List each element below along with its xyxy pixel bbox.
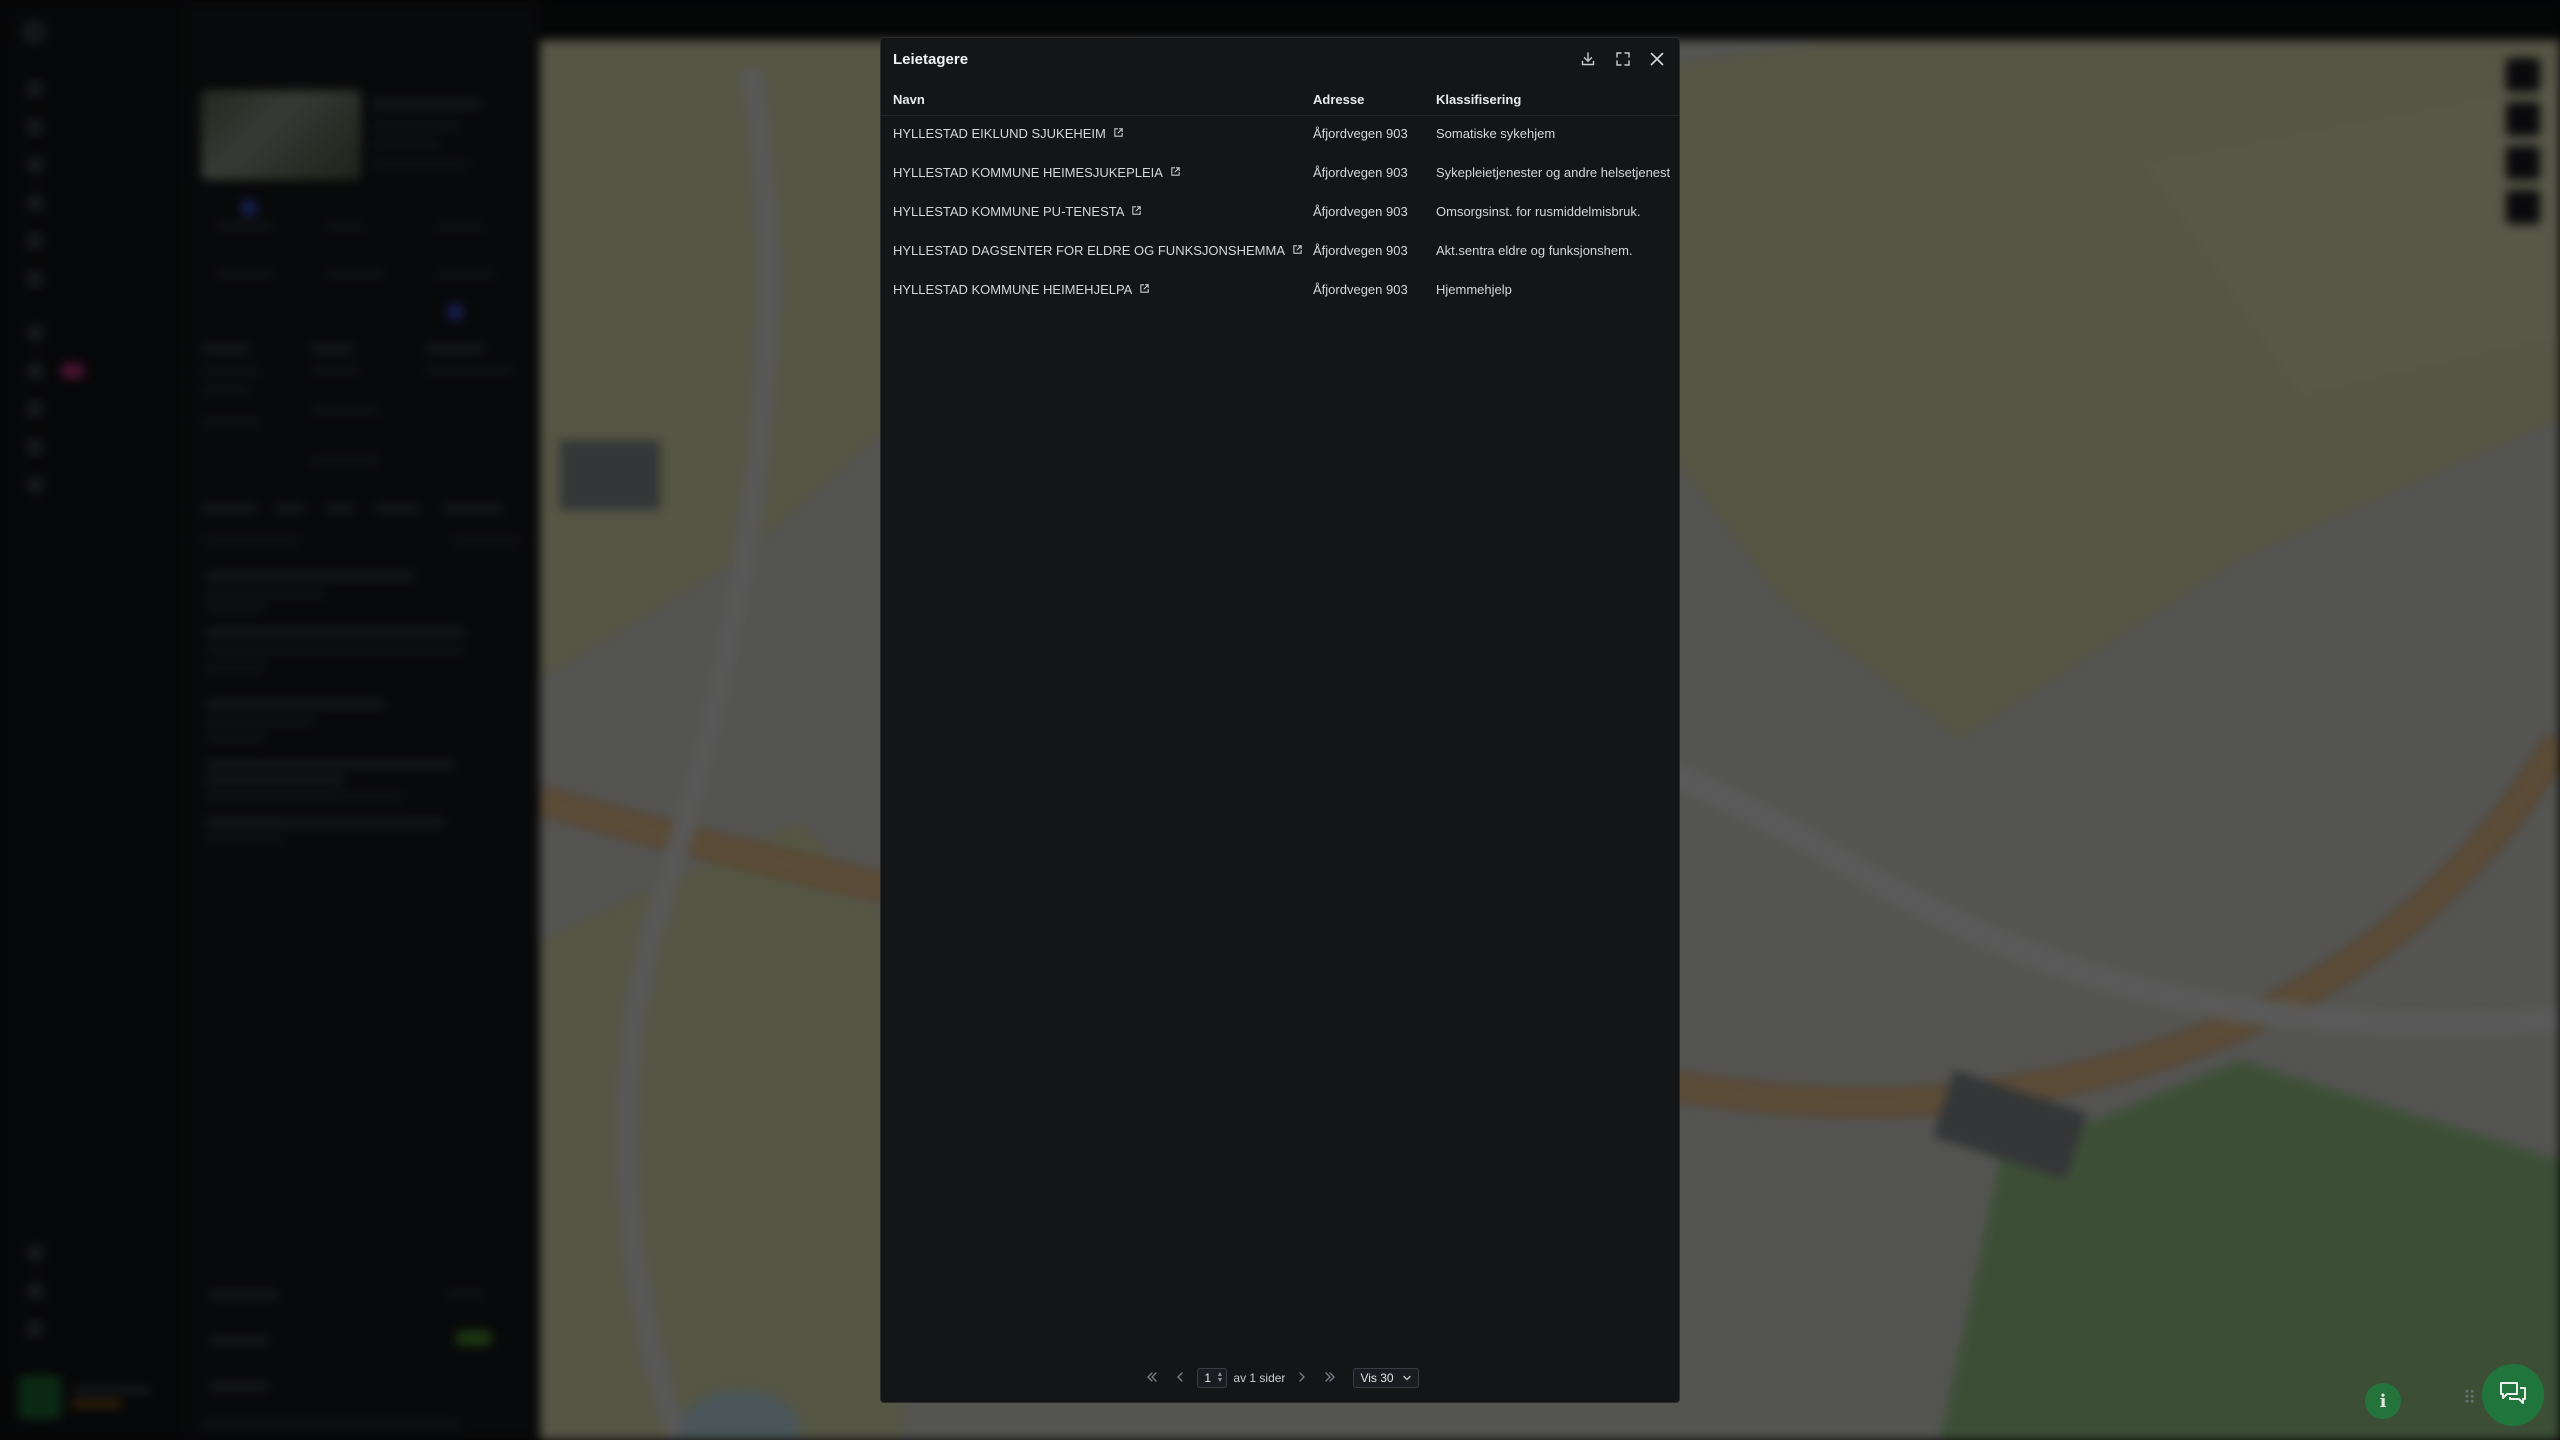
tenant-address: Åfjordvegen 903 bbox=[1313, 243, 1408, 258]
external-link-icon bbox=[1292, 243, 1303, 258]
tenant-name-link[interactable]: HYLLESTAD KOMMUNE PU-TENESTA bbox=[893, 204, 1142, 219]
next-page-button[interactable] bbox=[1291, 1367, 1313, 1389]
info-icon: i bbox=[2379, 1390, 2387, 1412]
tenants-dialog: Leietagere Navn Adresse Klassifisering H… bbox=[880, 37, 1680, 1403]
double-chevron-left-icon bbox=[1145, 1371, 1159, 1386]
page-size-value: Vis 30 bbox=[1360, 1371, 1394, 1385]
close-icon bbox=[1649, 51, 1665, 67]
external-link-icon bbox=[1170, 165, 1181, 180]
chat-button[interactable] bbox=[2482, 1364, 2544, 1426]
chevron-left-icon bbox=[1175, 1371, 1185, 1386]
external-link-icon bbox=[1131, 204, 1142, 219]
tenant-classification: Hjemmehjelp bbox=[1436, 282, 1512, 297]
page-count-label: av 1 sider bbox=[1233, 1371, 1286, 1385]
table-row: HYLLESTAD KOMMUNE PU-TENESTA Åfjordvegen… bbox=[881, 194, 1679, 233]
table-row: HYLLESTAD KOMMUNE HEIMESJUKEPLEIA Åfjord… bbox=[881, 155, 1679, 194]
close-button[interactable] bbox=[1646, 48, 1668, 70]
previous-page-button[interactable] bbox=[1169, 1367, 1191, 1389]
tenant-name-link[interactable]: HYLLESTAD KOMMUNE HEIMEHJELPA bbox=[893, 282, 1150, 297]
table-row: HYLLESTAD KOMMUNE HEIMEHJELPA Åfjordvege… bbox=[881, 272, 1679, 311]
tenant-classification: Somatiske sykehjem bbox=[1436, 126, 1556, 141]
tenant-name: HYLLESTAD KOMMUNE HEIMEHJELPA bbox=[893, 282, 1133, 297]
tenant-classification: Akt.sentra eldre og funksjonshem. bbox=[1436, 243, 1633, 258]
stepper-arrows-icon[interactable]: ▲ ▼ bbox=[1216, 1371, 1223, 1384]
last-page-button[interactable] bbox=[1319, 1367, 1341, 1389]
pagination: 1 ▲ ▼ av 1 sider Vis 30 bbox=[881, 1366, 1679, 1390]
page-size-select[interactable]: Vis 30 bbox=[1353, 1368, 1419, 1388]
column-header-name[interactable]: Navn bbox=[893, 92, 925, 107]
tenant-name: HYLLESTAD DAGSENTER FOR ELDRE OG FUNKSJO… bbox=[893, 243, 1285, 258]
download-button[interactable] bbox=[1577, 48, 1599, 70]
tenant-classification: Omsorgsinst. for rusmiddelmisbruk. bbox=[1436, 204, 1641, 219]
first-page-button[interactable] bbox=[1141, 1367, 1163, 1389]
column-header-address[interactable]: Adresse bbox=[1313, 92, 1364, 107]
table-row: HYLLESTAD EIKLUND SJUKEHEIM Åfjordvegen … bbox=[881, 116, 1679, 155]
tenant-address: Åfjordvegen 903 bbox=[1313, 165, 1408, 180]
page-number-input[interactable]: 1 ▲ ▼ bbox=[1197, 1368, 1228, 1388]
download-icon bbox=[1580, 51, 1596, 67]
info-button[interactable]: i bbox=[2365, 1383, 2401, 1419]
page-number-value: 1 bbox=[1204, 1371, 1212, 1385]
table-row: HYLLESTAD DAGSENTER FOR ELDRE OG FUNKSJO… bbox=[881, 233, 1679, 272]
chevron-right-icon bbox=[1297, 1371, 1307, 1386]
dialog-header: Leietagere bbox=[881, 38, 1679, 80]
tenant-address: Åfjordvegen 903 bbox=[1313, 282, 1408, 297]
chevron-down-icon bbox=[1402, 1371, 1412, 1385]
external-link-icon bbox=[1113, 126, 1124, 141]
column-header-classification[interactable]: Klassifisering bbox=[1436, 92, 1521, 107]
double-chevron-right-icon bbox=[1323, 1371, 1337, 1386]
table-header: Navn Adresse Klassifisering bbox=[881, 80, 1679, 116]
tenant-address: Åfjordvegen 903 bbox=[1313, 204, 1408, 219]
tenant-name: HYLLESTAD EIKLUND SJUKEHEIM bbox=[893, 126, 1106, 141]
tenant-name: HYLLESTAD KOMMUNE HEIMESJUKEPLEIA bbox=[893, 165, 1163, 180]
external-link-icon bbox=[1139, 282, 1150, 297]
tenant-name-link[interactable]: HYLLESTAD DAGSENTER FOR ELDRE OG FUNKSJO… bbox=[893, 243, 1303, 258]
dialog-title: Leietagere bbox=[893, 51, 969, 68]
tenant-name-link[interactable]: HYLLESTAD KOMMUNE HEIMESJUKEPLEIA bbox=[893, 165, 1181, 180]
chat-icon bbox=[2498, 1379, 2528, 1412]
drag-handle-icon[interactable]: ⠿ bbox=[2463, 1388, 2476, 1409]
tenant-address: Åfjordvegen 903 bbox=[1313, 126, 1408, 141]
tenant-name-link[interactable]: HYLLESTAD EIKLUND SJUKEHEIM bbox=[893, 126, 1124, 141]
tenant-name: HYLLESTAD KOMMUNE PU-TENESTA bbox=[893, 204, 1125, 219]
expand-icon bbox=[1615, 51, 1631, 67]
tenant-classification: Sykepleietjenester og andre helsetjenest bbox=[1436, 165, 1671, 180]
expand-button[interactable] bbox=[1612, 48, 1634, 70]
tenants-table: Navn Adresse Klassifisering HYLLESTAD EI… bbox=[881, 80, 1679, 311]
